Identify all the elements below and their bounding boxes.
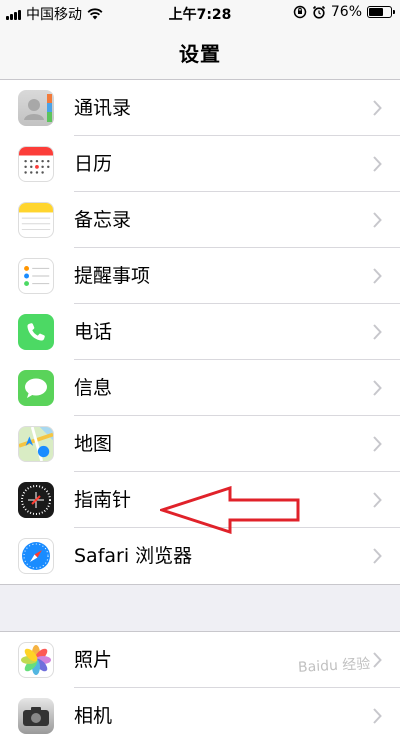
settings-row-messages[interactable]: 信息 [0, 360, 400, 416]
chevron-right-icon [373, 268, 382, 284]
photos-icon [18, 642, 54, 678]
settings-row-label: 电话 [74, 321, 113, 343]
chevron-right-icon [373, 380, 382, 396]
settings-row-label: 相机 [74, 705, 113, 727]
settings-row-label: 地图 [74, 433, 113, 455]
settings-row-phone[interactable]: 电话 [0, 304, 400, 360]
settings-row-reminders[interactable]: 提醒事项 [0, 248, 400, 304]
settings-row-notes[interactable]: 备忘录 [0, 192, 400, 248]
settings-row-label: Safari 浏览器 [74, 545, 193, 567]
battery-icon [367, 6, 395, 18]
chevron-right-icon [373, 100, 382, 116]
status-bar: 中国移动 上午7:28 76% [0, 0, 400, 26]
settings-row-label: 指南针 [74, 489, 132, 511]
contacts-icon [18, 90, 54, 126]
chevron-right-icon [373, 156, 382, 172]
navigation-bar: 设置 [0, 26, 400, 80]
settings-row-label: 提醒事项 [74, 265, 151, 287]
settings-row-label: 通讯录 [74, 97, 132, 119]
safari-icon [18, 538, 54, 574]
chevron-right-icon [373, 436, 382, 452]
settings-row-maps[interactable]: 地图 [0, 416, 400, 472]
page-title: 设置 [179, 42, 221, 66]
calendar-icon [18, 146, 54, 182]
battery-percent: 76% [330, 4, 362, 20]
messages-icon [18, 370, 54, 406]
notes-icon [18, 202, 54, 238]
settings-list-media: 照片 相机 [0, 631, 400, 744]
settings-row-safari[interactable]: Safari 浏览器 [0, 528, 400, 584]
alarm-icon [312, 5, 325, 19]
settings-list: 通讯录 日历 备忘录 提醒事项 电话 信息 地图 指南针 Safari 浏览器 [0, 80, 400, 585]
phone-icon [18, 314, 54, 350]
chevron-right-icon [373, 548, 382, 564]
maps-icon [18, 426, 54, 462]
chevron-right-icon [373, 652, 382, 668]
chevron-right-icon [373, 708, 382, 724]
settings-row-label: 照片 [74, 649, 113, 671]
settings-row-compass[interactable]: 指南针 [0, 472, 400, 528]
settings-row-calendar[interactable]: 日历 [0, 136, 400, 192]
camera-icon [18, 698, 54, 734]
compass-icon [18, 482, 54, 518]
rotation-lock-icon [293, 5, 307, 19]
settings-row-camera[interactable]: 相机 [0, 688, 400, 744]
settings-row-label: 备忘录 [74, 209, 132, 231]
watermark: Baidu 经验 [297, 656, 371, 676]
reminders-icon [18, 258, 54, 294]
settings-row-label: 日历 [74, 153, 113, 175]
chevron-right-icon [373, 492, 382, 508]
chevron-right-icon [373, 324, 382, 340]
settings-row-label: 信息 [74, 377, 113, 399]
chevron-right-icon [373, 212, 382, 228]
settings-row-contacts[interactable]: 通讯录 [0, 80, 400, 136]
